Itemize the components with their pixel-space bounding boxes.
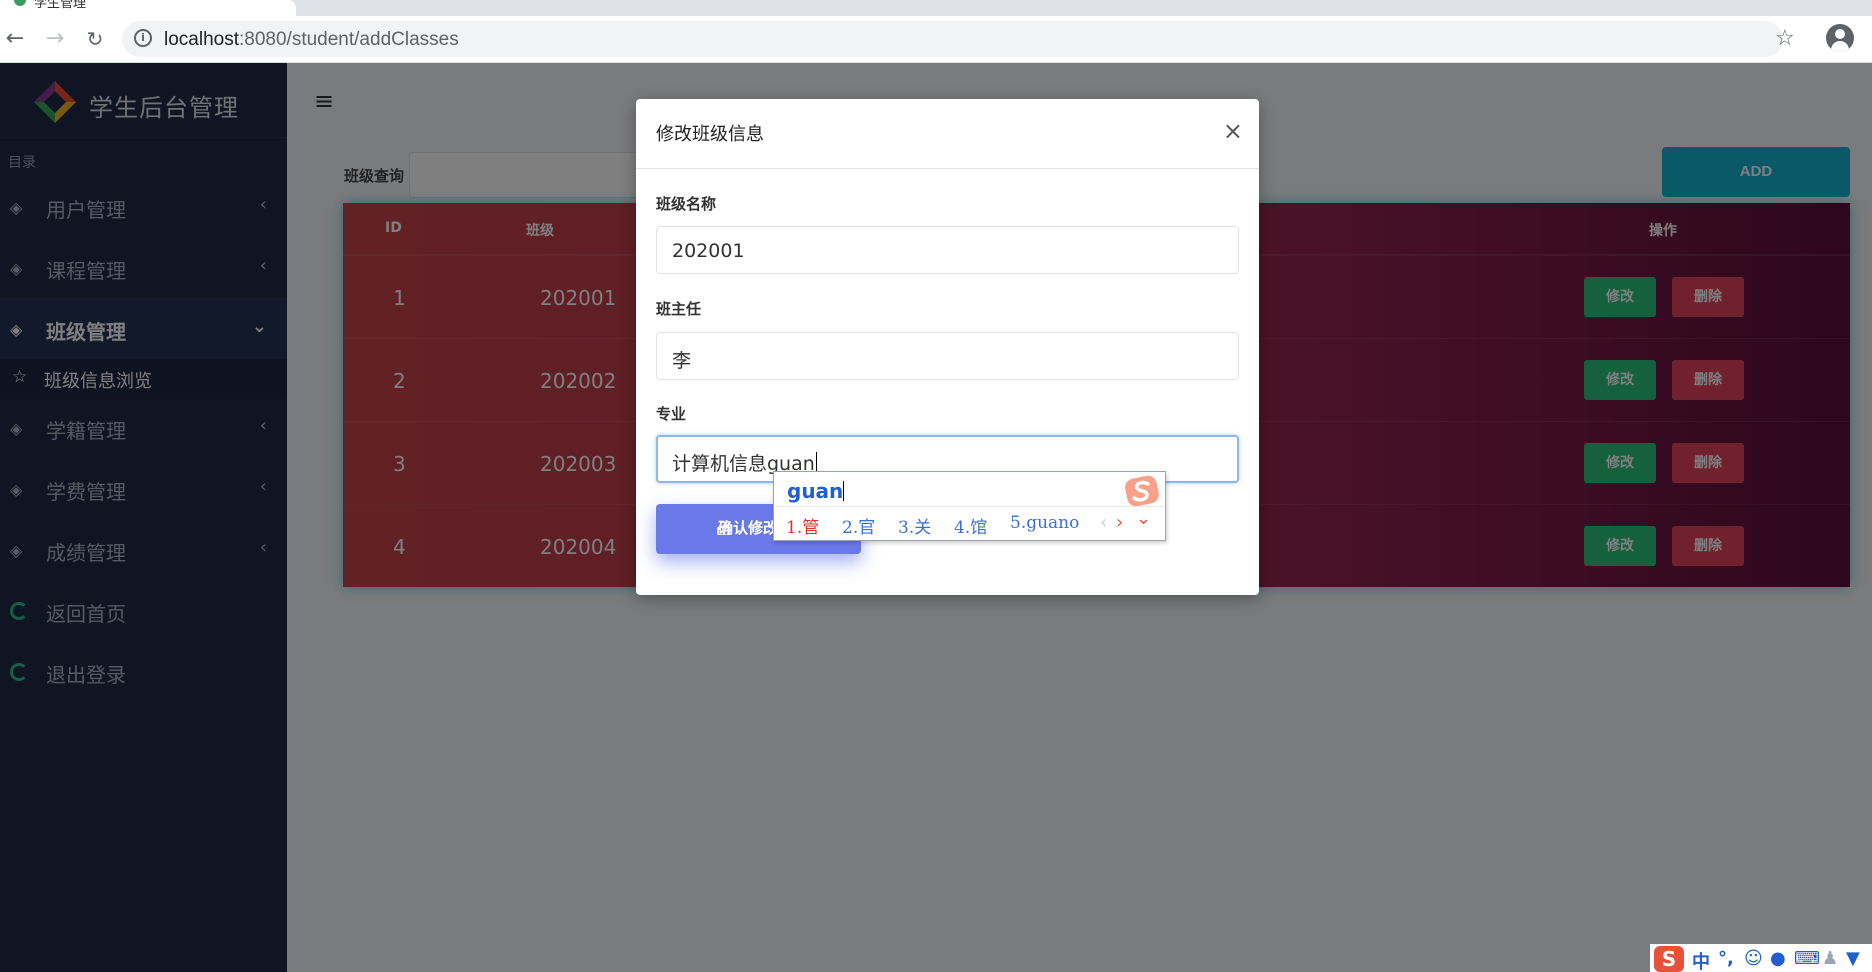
address-bar[interactable]: i localhost:8080/student/addClasses (122, 21, 1783, 57)
keyboard-icon[interactable]: ⌨ (1794, 948, 1820, 969)
reload-icon[interactable]: ↻ (80, 24, 110, 54)
url-host: localhost (164, 29, 239, 50)
browser-tab-title: 学生管理 (34, 0, 87, 11)
microphone-icon[interactable]: ● (1770, 948, 1786, 969)
back-arrow-icon[interactable]: ← (0, 24, 30, 54)
close-icon[interactable]: × (1223, 119, 1243, 143)
ime-candidate[interactable]: 4.馆 (954, 513, 987, 538)
lock-icon (717, 521, 730, 535)
ime-composition-value: guan (787, 479, 844, 503)
ime-status-bar: S 中 °, ☺ ● ⌨ ♟ ▼ (1650, 944, 1872, 972)
skin-icon[interactable]: ▼ (1846, 948, 1860, 969)
teacher-value: 李 (672, 350, 692, 372)
user-icon[interactable]: ♟ (1822, 948, 1838, 969)
class-name-input[interactable]: 202001 (656, 226, 1239, 274)
browser-tab[interactable]: 学生管理 (0, 0, 296, 16)
ime-candidate[interactable]: 1.管 (786, 513, 819, 538)
class-name-value: 202001 (672, 240, 745, 262)
modal-title: 修改班级信息 (656, 124, 764, 145)
profile-avatar-icon[interactable] (1826, 24, 1854, 52)
class-name-label: 班级名称 (656, 195, 717, 213)
sogou-logo-icon (1125, 475, 1159, 507)
ime-composition-text: guan (787, 479, 845, 503)
ime-language-toggle[interactable]: 中 (1692, 948, 1710, 972)
bookmark-star-icon[interactable]: ☆ (1775, 26, 1795, 51)
forward-arrow-icon[interactable]: → (40, 24, 70, 54)
info-icon[interactable]: i (134, 29, 152, 47)
browser-toolbar: ← → ↻ i localhost:8080/student/addClasse… (0, 16, 1872, 63)
favicon-icon (14, 0, 26, 6)
major-label: 专业 (656, 405, 687, 423)
emoji-icon[interactable]: ☺ (1744, 948, 1763, 969)
punctuation-toggle[interactable]: °, (1718, 948, 1734, 969)
browser-tabstrip: 学生管理 (0, 0, 1872, 16)
ime-candidate[interactable]: 2.官 (842, 513, 875, 538)
teacher-input[interactable]: 李 (656, 332, 1239, 380)
ime-candidate[interactable]: 3.关 (898, 513, 931, 538)
ime-candidate[interactable]: 5.guano (1010, 513, 1079, 533)
chevron-left-icon[interactable]: ‹ (1100, 512, 1107, 533)
chevron-down-icon[interactable]: ⌄ (1136, 508, 1151, 529)
chevron-right-icon[interactable]: › (1116, 512, 1123, 533)
modal-header: 修改班级信息 × (636, 99, 1259, 169)
ime-caret (843, 481, 845, 501)
sogou-tray-icon[interactable]: S (1654, 946, 1684, 972)
teacher-label: 班主任 (656, 300, 702, 318)
url-path: :8080/student/addClasses (239, 29, 459, 50)
url-text[interactable]: localhost:8080/student/addClasses (164, 29, 459, 51)
ime-divider (775, 506, 1164, 507)
ime-candidate-popup: guan 1.管 2.官 3.关 4.馆 5.guano ‹ › ⌄ (773, 471, 1166, 541)
